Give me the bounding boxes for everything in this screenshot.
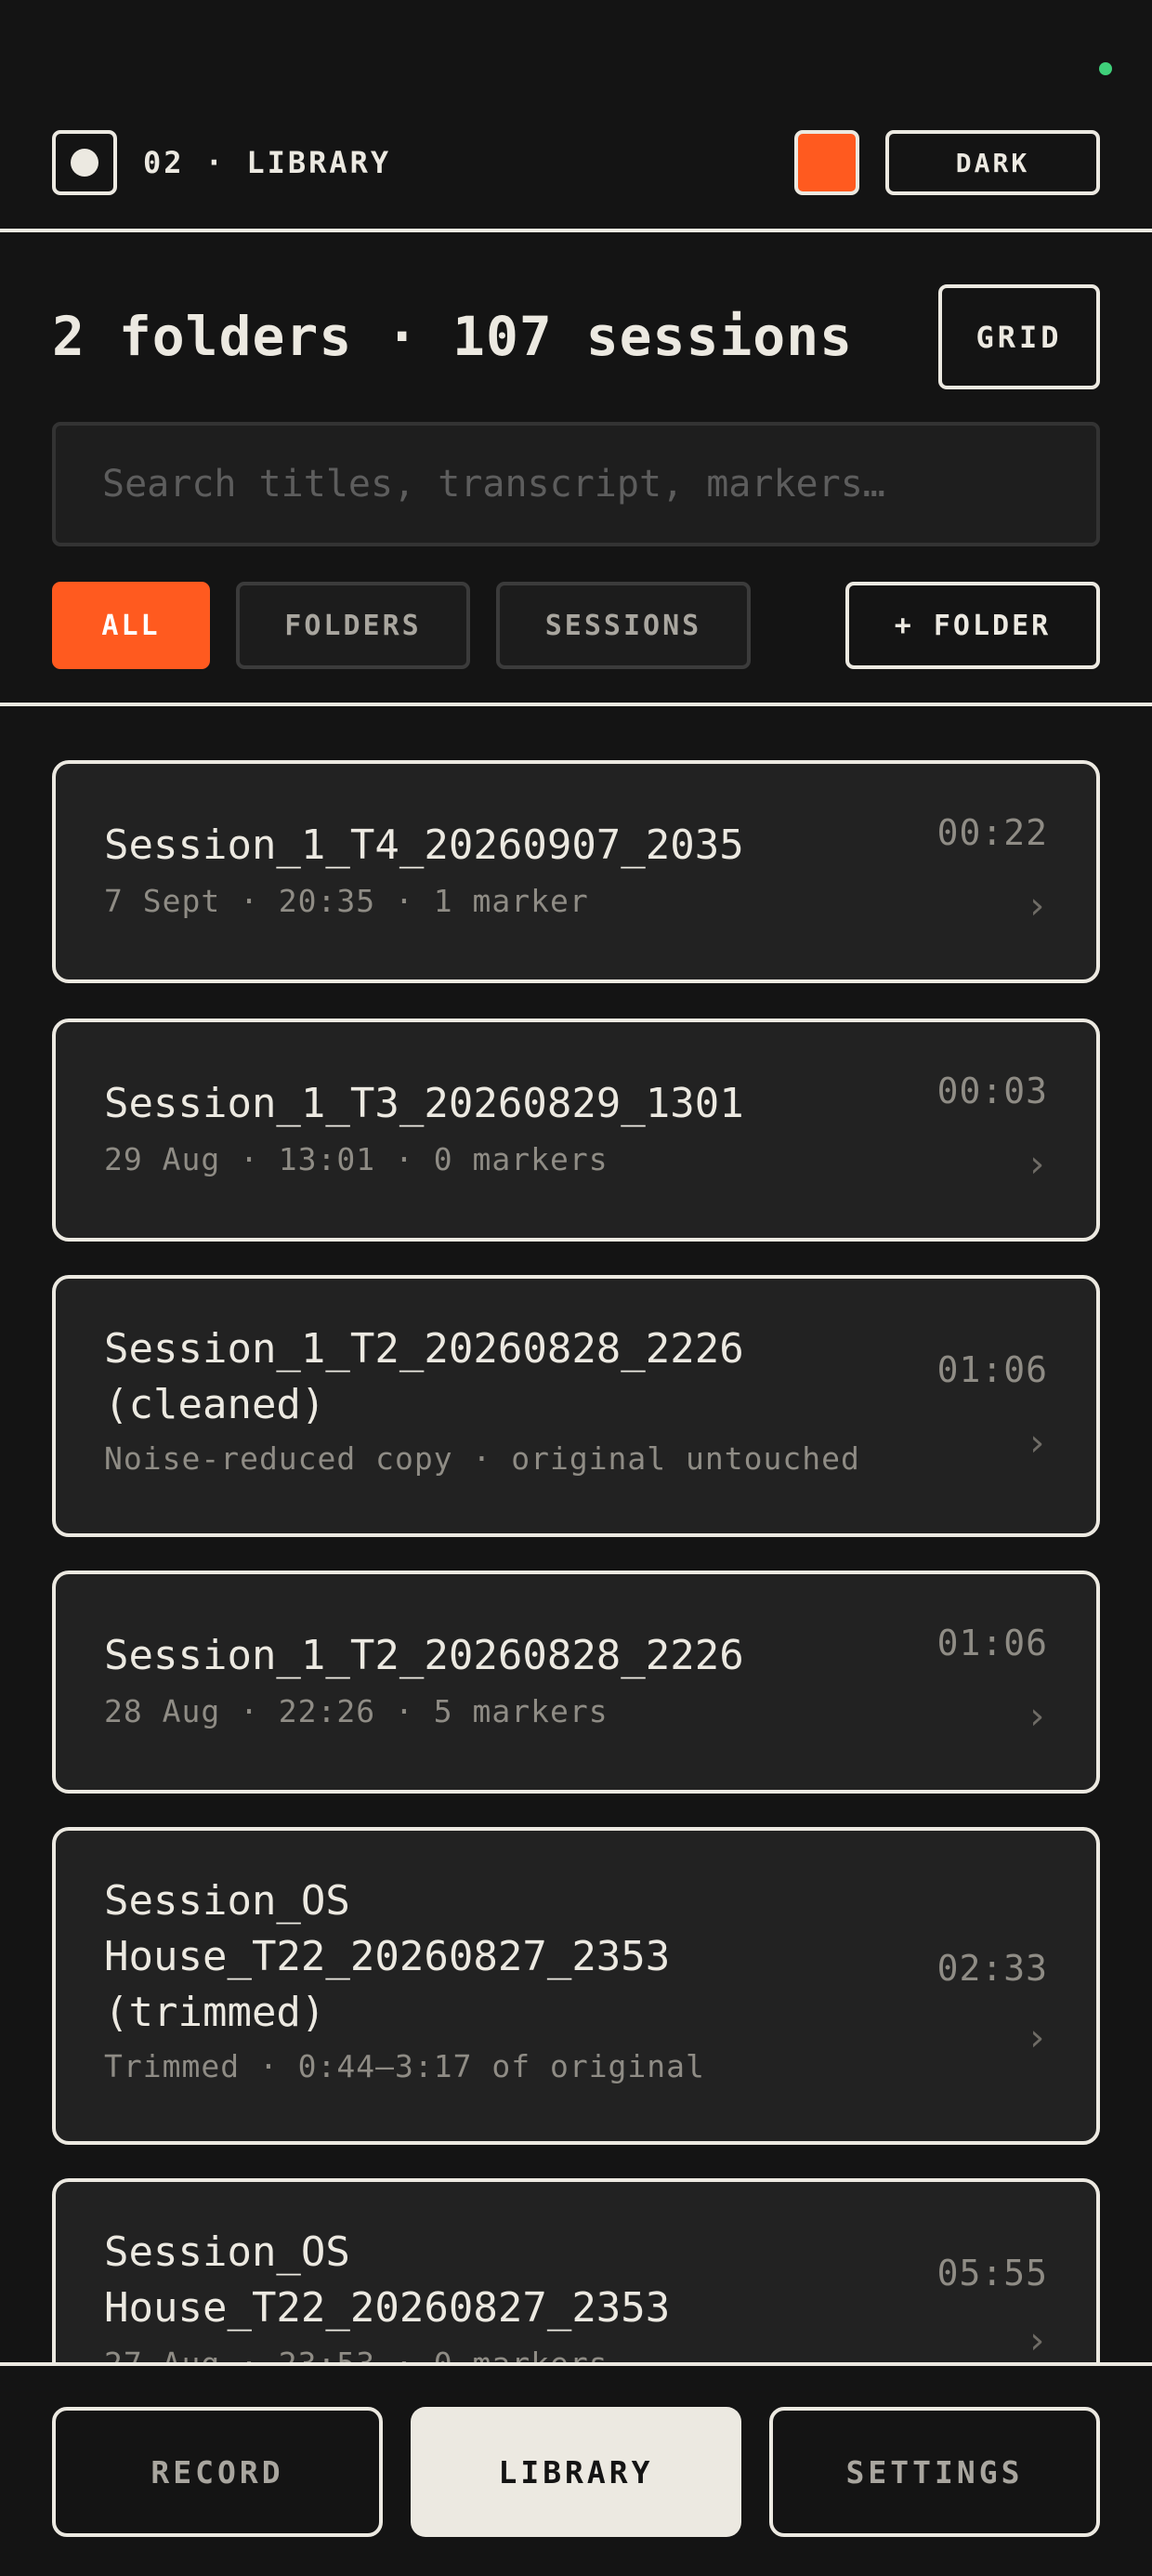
session-duration: 01:06 [936, 1349, 1048, 1390]
session-meta: 29 Aug · 13:01 · 0 markers [104, 1141, 609, 1177]
chevron-right-icon: › [1025, 2017, 1048, 2059]
session-duration: 00:22 [936, 812, 1048, 853]
search-input[interactable] [52, 422, 1100, 546]
session-title: Session_1_T2_20260828_2226 [104, 1632, 744, 1679]
session-meta: Noise-reduced copy · original untouched [104, 1440, 860, 1477]
session-card[interactable]: Session_1_T4_20260907_2035 7 Sept · 20:3… [52, 760, 1100, 983]
nav-settings-button[interactable]: SETTINGS [769, 2407, 1100, 2537]
session-list: Session_1_T4_20260907_2035 7 Sept · 20:3… [0, 708, 1152, 2362]
session-title: Session_OS House_T22_20260827_2353 [104, 2228, 671, 2332]
top-bar: 02 · LIBRARY DARK [0, 128, 1152, 230]
session-card[interactable]: Session_OS House_T22_20260827_2353 27 Au… [52, 2178, 1100, 2362]
filter-sessions[interactable]: SESSIONS [496, 582, 751, 669]
session-title: Session_1_T4_20260907_2035 [104, 821, 744, 869]
chevron-right-icon: › [1025, 885, 1048, 927]
session-meta: Trimmed · 0:44–3:17 of original [104, 2048, 705, 2084]
session-title: Session_1_T3_20260829_1301 [104, 1080, 744, 1127]
session-meta: 28 Aug · 22:26 · 5 markers [104, 1693, 609, 1729]
divider [0, 229, 1152, 232]
session-duration: 01:06 [936, 1623, 1048, 1663]
session-duration: 00:03 [936, 1071, 1048, 1111]
chevron-right-icon: › [1025, 2320, 1048, 2362]
divider [0, 703, 1152, 706]
session-title: Session_1_T2_20260828_2226 (cleaned) [104, 1325, 744, 1428]
logo-dot [71, 149, 98, 177]
page-label: 02 · LIBRARY [143, 145, 392, 180]
session-card[interactable]: Session_1_T2_20260828_2226 (cleaned) Noi… [52, 1275, 1100, 1537]
chevron-right-icon: › [1025, 1143, 1048, 1186]
library-screen: 02 · LIBRARY DARK 2 folders · 107 sessio… [0, 0, 1152, 2576]
session-title: Session_OS House_T22_20260827_2353 (trim… [104, 1877, 671, 2036]
session-meta: 27 Aug · 23:53 · 0 markers [104, 2346, 940, 2362]
chevron-right-icon: › [1025, 1422, 1048, 1465]
connection-status-dot [1099, 62, 1112, 75]
grid-view-button[interactable]: GRID [938, 284, 1100, 389]
session-card[interactable]: Session_1_T3_20260829_1301 29 Aug · 13:0… [52, 1019, 1100, 1242]
session-meta: 7 Sept · 20:35 · 1 marker [104, 883, 589, 919]
record-dot-icon [52, 130, 117, 195]
theme-toggle-button[interactable]: DARK [885, 130, 1100, 195]
library-summary: 2 folders · 107 sessions [52, 305, 854, 368]
filter-all[interactable]: ALL [52, 582, 210, 669]
nav-library-button[interactable]: LIBRARY [411, 2407, 741, 2537]
new-folder-button[interactable]: + FOLDER [845, 582, 1100, 669]
divider [0, 2362, 1152, 2366]
accent-color-swatch[interactable] [794, 130, 859, 195]
session-card[interactable]: Session_OS House_T22_20260827_2353 (trim… [52, 1827, 1100, 2145]
chevron-right-icon: › [1025, 1695, 1048, 1738]
filter-folders[interactable]: FOLDERS [236, 582, 470, 669]
nav-record-button[interactable]: RECORD [52, 2407, 383, 2537]
bottom-nav: RECORD LIBRARY SETTINGS [0, 2362, 1152, 2576]
session-duration: 02:33 [936, 1948, 1048, 1989]
session-card[interactable]: Session_1_T2_20260828_2226 28 Aug · 22:2… [52, 1571, 1100, 1794]
session-duration: 05:55 [936, 2253, 1048, 2293]
